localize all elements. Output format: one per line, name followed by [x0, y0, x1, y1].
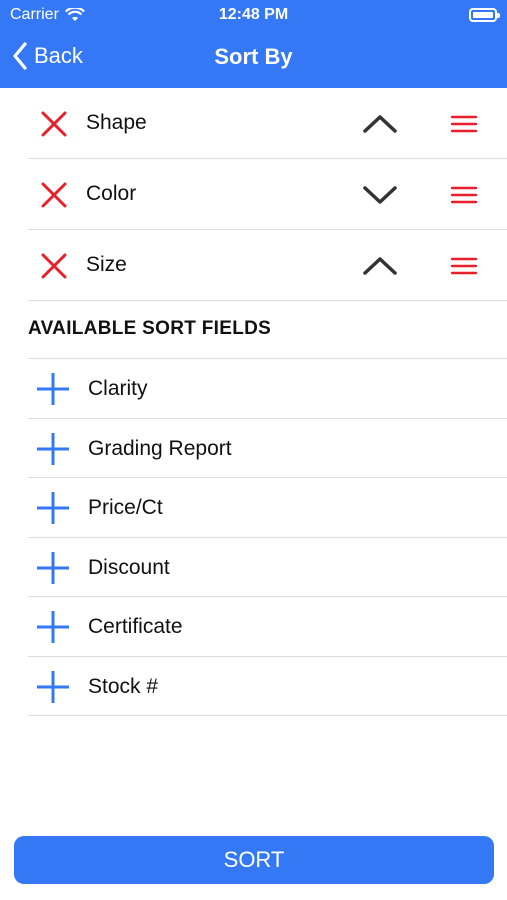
chevron-down-icon[interactable] [362, 181, 398, 209]
available-field-label: Certificate [88, 615, 183, 638]
nav-bar: Back Sort By [0, 30, 507, 88]
status-bar: Carrier 12:48 PM [0, 0, 507, 30]
sorted-field-label: Color [86, 182, 137, 205]
available-field-label: Grading Report [88, 436, 232, 460]
sort-button[interactable]: SORT [14, 836, 494, 884]
page-title: Sort By [214, 44, 293, 69]
sorted-fields-list: Shape Color Size [28, 88, 507, 301]
drag-handle-icon[interactable] [450, 184, 478, 206]
drag-handle-icon[interactable] [450, 255, 478, 277]
remove-icon[interactable] [40, 252, 68, 280]
plus-icon[interactable] [36, 432, 70, 466]
battery-icon [469, 8, 500, 22]
available-field-row[interactable]: Price/Ct [28, 478, 507, 538]
available-field-row[interactable]: Discount [28, 538, 507, 597]
available-field-row[interactable]: Stock # [28, 657, 507, 716]
chevron-up-icon[interactable] [362, 252, 398, 280]
drag-handle-icon[interactable] [450, 113, 478, 135]
plus-icon[interactable] [36, 372, 70, 406]
sorted-field-label: Size [86, 253, 127, 276]
plus-icon[interactable] [36, 610, 70, 644]
available-field-row[interactable]: Clarity [28, 359, 507, 419]
available-fields-list: Clarity Grading Report Price/Ct Discount… [28, 358, 507, 716]
available-section-title: AVAILABLE SORT FIELDS [28, 318, 272, 339]
sorted-field-row: Size [28, 230, 507, 301]
header: Carrier 12:48 PM Back Sort By [0, 0, 507, 88]
plus-icon[interactable] [36, 491, 70, 525]
chevron-up-icon[interactable] [362, 110, 398, 138]
available-field-label: Discount [88, 555, 170, 579]
sorted-field-row: Shape [28, 88, 507, 159]
remove-icon[interactable] [40, 181, 68, 209]
plus-icon[interactable] [36, 670, 70, 704]
available-field-row[interactable]: Grading Report [28, 419, 507, 478]
remove-icon[interactable] [40, 110, 68, 138]
sorted-field-label: Shape [86, 111, 147, 134]
available-field-label: Stock # [88, 674, 159, 698]
available-field-label: Price/Ct [88, 496, 163, 519]
plus-icon[interactable] [36, 551, 70, 585]
status-time: 12:48 PM [218, 6, 289, 23]
available-field-label: Clarity [88, 377, 148, 400]
available-field-row[interactable]: Certificate [28, 597, 507, 657]
sorted-field-row: Color [28, 159, 507, 230]
